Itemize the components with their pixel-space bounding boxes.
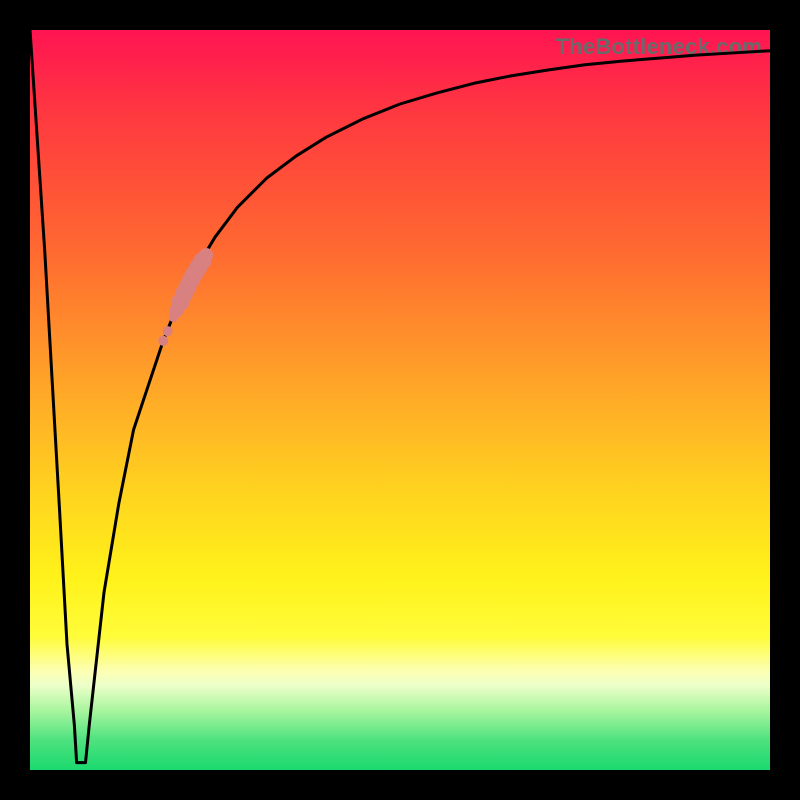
highlight-marker — [199, 248, 213, 262]
highlight-marker — [158, 336, 168, 346]
plot-area: TheBottleneck.com — [30, 30, 770, 770]
chart-frame: TheBottleneck.com — [0, 0, 800, 800]
bottleneck-curve — [30, 30, 770, 770]
highlight-marker — [163, 326, 173, 336]
curve-path — [30, 30, 770, 763]
